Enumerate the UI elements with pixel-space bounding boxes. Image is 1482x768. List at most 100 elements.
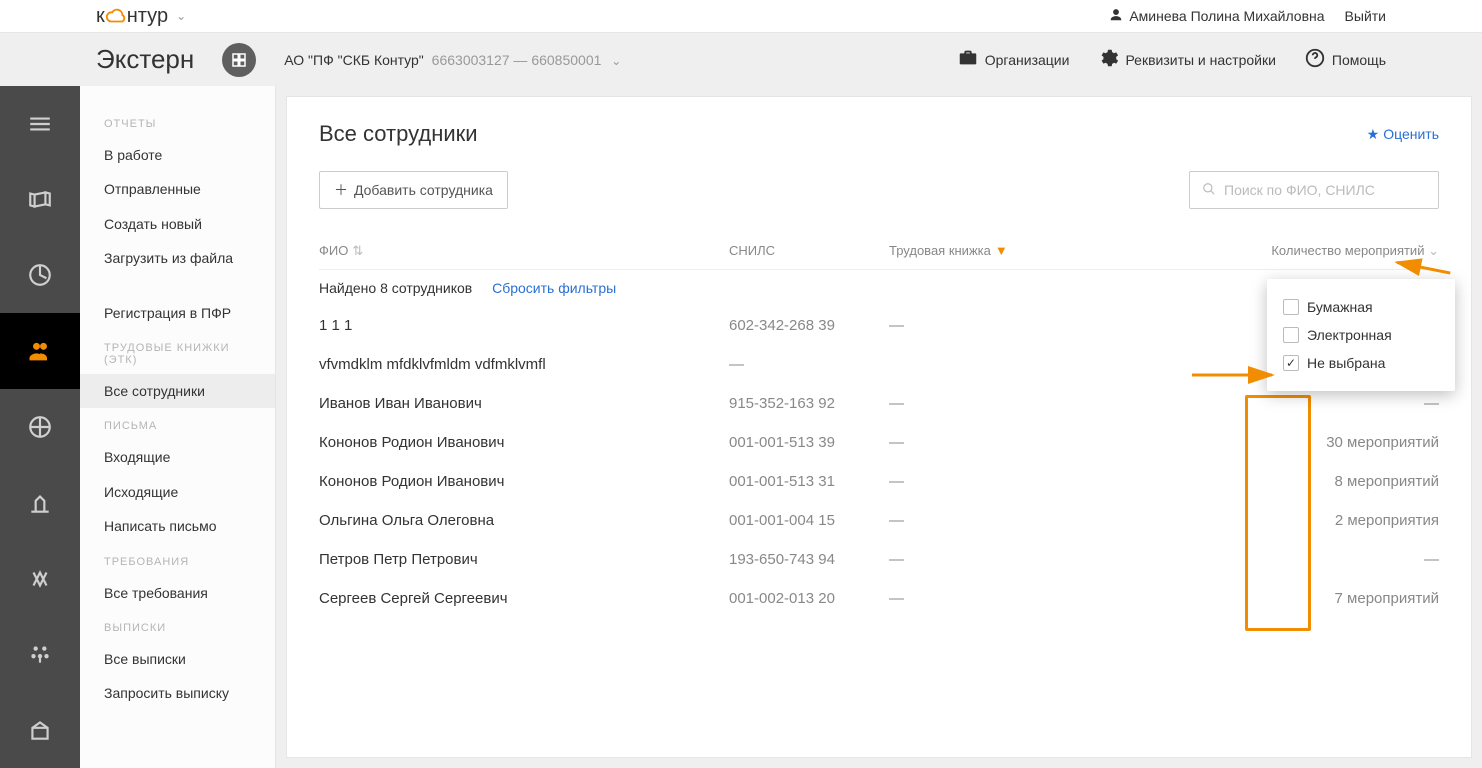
table-row[interactable]: Сергеев Сергей Сергеевич001-002-013 20—7… bbox=[319, 579, 1439, 618]
cell-cnt: — bbox=[1079, 395, 1439, 412]
cell-snils: 193-650-743 94 bbox=[729, 551, 889, 568]
section-reports: ОТЧЕТЫ bbox=[80, 106, 275, 138]
sort-icon: ⇅ bbox=[352, 243, 363, 258]
table-row[interactable]: Петров Петр Петрович193-650-743 94—— bbox=[319, 540, 1439, 579]
section-req: ТРЕБОВАНИЯ bbox=[80, 544, 275, 576]
section-etk: ТРУДОВЫЕ КНИЖКИ (ЭТК) bbox=[80, 330, 275, 374]
logout-link[interactable]: Выйти bbox=[1345, 8, 1386, 24]
table-row[interactable]: Кононов Родион Иванович001-001-513 31—8 … bbox=[319, 462, 1439, 501]
sidebar-item-all-req[interactable]: Все требования bbox=[80, 576, 275, 610]
cell-cnt: 30 мероприятий bbox=[1079, 434, 1439, 451]
reset-filters-link[interactable]: Сбросить фильтры bbox=[492, 280, 616, 296]
sidebar-item-all-ext[interactable]: Все выписки bbox=[80, 642, 275, 676]
cell-fio: Кононов Родион Иванович bbox=[319, 434, 729, 451]
cell-tk: — bbox=[889, 590, 1079, 607]
help-link[interactable]: Помощь bbox=[1304, 47, 1386, 72]
cell-tk: — bbox=[889, 551, 1079, 568]
chevron-down-icon: ⌄ bbox=[611, 54, 621, 68]
cell-tk: — bbox=[889, 512, 1079, 529]
org-selector[interactable]: АО "ПФ "СКБ Контур" 6663003127 — 6608500… bbox=[284, 52, 621, 68]
search-input[interactable] bbox=[1224, 182, 1426, 198]
user-icon bbox=[1109, 8, 1123, 25]
rail-item-3[interactable] bbox=[0, 238, 80, 314]
cell-tk: — bbox=[889, 317, 1079, 334]
cell-snils: 915-352-163 92 bbox=[729, 395, 889, 412]
cell-snils: 001-002-013 20 bbox=[729, 590, 889, 607]
sidebar-item-inbox[interactable]: Входящие bbox=[80, 440, 275, 474]
user-menu[interactable]: Аминева Полина Михайловна bbox=[1109, 8, 1324, 25]
appbar: Экстерн АО "ПФ "СКБ Контур" 6663003127 —… bbox=[0, 32, 1482, 86]
gear-icon bbox=[1097, 47, 1119, 72]
app-switcher-icon[interactable] bbox=[222, 43, 256, 77]
cell-fio: Кононов Родион Иванович bbox=[319, 473, 729, 490]
cell-cnt: — bbox=[1079, 551, 1439, 568]
add-employee-button[interactable]: ＋ Добавить сотрудника bbox=[319, 171, 508, 209]
col-tk[interactable]: Трудовая книжка▼ bbox=[889, 243, 1079, 259]
topbar: к нтур ⌄ Аминева Полина Михайловна Выйти bbox=[0, 0, 1482, 32]
checkbox-checked-icon: ✓ bbox=[1283, 355, 1299, 371]
sidebar-item-req-ext[interactable]: Запросить выписку bbox=[80, 676, 275, 710]
col-snils[interactable]: СНИЛС bbox=[729, 243, 889, 259]
col-cnt[interactable]: Количество мероприятий ⌄ bbox=[1079, 243, 1439, 259]
rail-item-6[interactable] bbox=[0, 465, 80, 541]
cloud-icon bbox=[105, 5, 127, 27]
sidebar-item-all-employees[interactable]: Все сотрудники bbox=[80, 374, 275, 408]
table-row[interactable]: Ольгина Ольга Олеговна001-001-004 15—2 м… bbox=[319, 501, 1439, 540]
sidebar-item-create[interactable]: Создать новый bbox=[80, 207, 275, 241]
rail-item-8[interactable] bbox=[0, 616, 80, 692]
star-icon: ★ bbox=[1367, 126, 1380, 143]
cell-fio: Петров Петр Петрович bbox=[319, 551, 729, 568]
section-letters: ПИСЬМА bbox=[80, 408, 275, 440]
sidebar-item-sent[interactable]: Отправленные bbox=[80, 172, 275, 206]
table-row[interactable]: Кононов Родион Иванович001-001-513 39—30… bbox=[319, 423, 1439, 462]
rail-item-1[interactable] bbox=[0, 86, 80, 162]
rail-item-7[interactable] bbox=[0, 541, 80, 617]
col-fio[interactable]: ФИО⇅ bbox=[319, 243, 729, 259]
filter-icon: ▼ bbox=[995, 243, 1008, 258]
rail-item-2[interactable] bbox=[0, 162, 80, 238]
cell-snils: 001-001-513 31 bbox=[729, 473, 889, 490]
sidebar-item-outbox[interactable]: Исходящие bbox=[80, 475, 275, 509]
cell-snils: 602-342-268 39 bbox=[729, 317, 889, 334]
sidebar-item-upload[interactable]: Загрузить из файла bbox=[80, 241, 275, 275]
rail-item-5[interactable] bbox=[0, 389, 80, 465]
chevron-down-icon: ⌄ bbox=[176, 9, 186, 23]
brand-text-post: нтур bbox=[127, 5, 168, 28]
filter-option-electronic[interactable]: Электронная bbox=[1283, 321, 1439, 349]
icon-rail bbox=[0, 86, 80, 768]
cell-snils: 001-001-513 39 bbox=[729, 434, 889, 451]
cell-tk bbox=[889, 356, 1079, 373]
cell-fio: Иванов Иван Иванович bbox=[319, 395, 729, 412]
cell-cnt: 8 мероприятий bbox=[1079, 473, 1439, 490]
cell-fio: Сергеев Сергей Сергеевич bbox=[319, 590, 729, 607]
cell-tk: — bbox=[889, 395, 1079, 412]
filter-option-paper[interactable]: Бумажная bbox=[1283, 293, 1439, 321]
main-card: Все сотрудники ★ Оценить ＋ Добавить сотр… bbox=[286, 96, 1472, 758]
brand-logo[interactable]: к нтур ⌄ bbox=[96, 5, 186, 28]
rate-link[interactable]: ★ Оценить bbox=[1367, 126, 1439, 143]
rail-item-employees[interactable] bbox=[0, 313, 80, 389]
brand-text-pre: к bbox=[96, 5, 105, 28]
cell-tk: — bbox=[889, 434, 1079, 451]
cell-cnt: 2 мероприятия bbox=[1079, 512, 1439, 529]
search-box[interactable] bbox=[1189, 171, 1439, 209]
rail-item-9[interactable] bbox=[0, 692, 80, 768]
search-icon bbox=[1202, 182, 1216, 199]
cell-snils: 001-001-004 15 bbox=[729, 512, 889, 529]
orgs-link[interactable]: Организации bbox=[957, 47, 1070, 72]
plus-icon: ＋ bbox=[334, 180, 348, 200]
section-ext: ВЫПИСКИ bbox=[80, 610, 275, 642]
checkbox-icon bbox=[1283, 299, 1299, 315]
sidebar-item-compose[interactable]: Написать письмо bbox=[80, 509, 275, 543]
cell-fio: vfvmdklm mfdklvfmldm vdfmklvmfl bbox=[319, 356, 729, 373]
briefcase-icon bbox=[957, 47, 979, 72]
cell-snils: — bbox=[729, 356, 889, 373]
help-icon bbox=[1304, 47, 1326, 72]
cell-cnt: 7 мероприятий bbox=[1079, 590, 1439, 607]
cell-fio: Ольгина Ольга Олеговна bbox=[319, 512, 729, 529]
sidebar-item-pfr[interactable]: Регистрация в ПФР bbox=[80, 296, 275, 330]
filter-option-notselected[interactable]: ✓Не выбрана bbox=[1283, 349, 1439, 377]
settings-link[interactable]: Реквизиты и настройки bbox=[1097, 47, 1275, 72]
page-title: Все сотрудники bbox=[319, 121, 478, 147]
sidebar-item-inwork[interactable]: В работе bbox=[80, 138, 275, 172]
